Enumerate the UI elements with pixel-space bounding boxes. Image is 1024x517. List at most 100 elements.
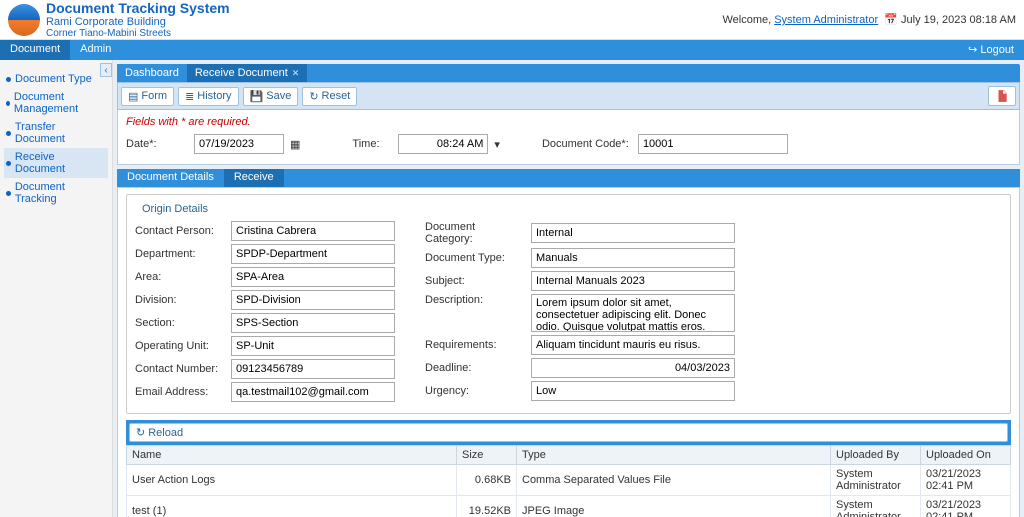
app-address: Corner Tiano-Mabini Streets — [46, 28, 230, 39]
bullet-icon — [6, 191, 11, 196]
sidebar-item-label: Document Tracking — [15, 181, 106, 205]
bullet-icon — [6, 131, 11, 136]
form-button[interactable]: ▤Form — [121, 87, 174, 106]
toolbar: ▤Form ≣History 💾Save ↻Reset — [117, 82, 1020, 110]
date-input[interactable] — [194, 134, 284, 154]
document-type-label: Document Type: — [425, 252, 525, 264]
document-code-input[interactable] — [638, 134, 788, 154]
reload-button[interactable]: ↻Reload — [129, 423, 1008, 442]
calendar-icon[interactable]: ▦ — [290, 138, 300, 151]
subtab-receive[interactable]: Receive — [224, 169, 284, 187]
cell-size: 19.52KB — [457, 496, 517, 517]
table-row[interactable]: User Action Logs0.68KBComma Separated Va… — [127, 465, 1011, 496]
division-label: Division: — [135, 294, 225, 306]
subject-input[interactable] — [531, 271, 735, 291]
cell-uploaded-by: System Administrator — [831, 496, 921, 517]
cell-name: User Action Logs — [127, 465, 457, 496]
email-label: Email Address: — [135, 386, 225, 398]
app-logo — [8, 4, 40, 36]
subject-label: Subject: — [425, 275, 525, 287]
sidebar-item-transfer-document[interactable]: Transfer Document — [4, 118, 108, 148]
requirements-label: Requirements: — [425, 339, 525, 351]
subtab-document-details[interactable]: Document Details — [117, 169, 224, 187]
operating-unit-label: Operating Unit: — [135, 340, 225, 352]
division-input[interactable] — [231, 290, 395, 310]
current-user-link[interactable]: System Administrator — [774, 14, 878, 26]
email-input[interactable] — [231, 382, 395, 402]
area-label: Area: — [135, 271, 225, 283]
button-label: Reset — [322, 90, 351, 102]
description-label: Description: — [425, 294, 525, 306]
button-label: Form — [141, 90, 167, 102]
contact-person-input[interactable] — [231, 221, 395, 241]
required-note: Fields with * are required. — [126, 116, 1011, 128]
logout-label: Logout — [980, 44, 1014, 56]
col-name[interactable]: Name — [127, 446, 457, 465]
app-title: Document Tracking System — [46, 0, 230, 16]
deadline-label: Deadline: — [425, 362, 525, 374]
close-icon[interactable]: ✕ — [292, 68, 300, 79]
save-button[interactable]: 💾Save — [243, 87, 299, 106]
subtabs: Document Details Receive — [117, 169, 1020, 187]
button-label: Save — [266, 90, 291, 102]
area-input[interactable] — [231, 267, 395, 287]
welcome-label: Welcome, — [722, 14, 771, 26]
document-type-input[interactable] — [531, 248, 735, 268]
col-type[interactable]: Type — [517, 446, 831, 465]
sidebar-item-label: Document Management — [14, 91, 106, 115]
refresh-icon: ↻ — [136, 426, 145, 439]
list-icon: ≣ — [185, 90, 194, 103]
origin-details-legend: Origin Details — [139, 203, 211, 215]
file-icon — [995, 89, 1009, 103]
bullet-icon — [6, 161, 11, 166]
operating-unit-input[interactable] — [231, 336, 395, 356]
description-textarea[interactable] — [531, 294, 735, 332]
header-right: Welcome, System Administrator 📅 July 19,… — [722, 13, 1016, 26]
section-input[interactable] — [231, 313, 395, 333]
sidebar-collapse-button[interactable]: ‹ — [100, 63, 112, 77]
tab-label: Receive Document — [195, 67, 288, 79]
col-size[interactable]: Size — [457, 446, 517, 465]
logout-icon: ↪ — [968, 44, 977, 56]
nav-admin[interactable]: Admin — [70, 40, 121, 60]
urgency-label: Urgency: — [425, 385, 525, 397]
chevron-down-icon[interactable]: ▾ — [494, 138, 500, 151]
col-uploaded-by[interactable]: Uploaded By — [831, 446, 921, 465]
history-button[interactable]: ≣History — [178, 87, 238, 106]
sidebar-item-document-management[interactable]: Document Management — [4, 88, 108, 118]
export-button[interactable] — [988, 86, 1016, 106]
sidebar-item-label: Receive Document — [15, 151, 106, 175]
calendar-icon: 📅 — [884, 14, 898, 26]
department-input[interactable] — [231, 244, 395, 264]
attachments-toolbar: ↻Reload — [126, 420, 1011, 445]
sidebar-item-receive-document[interactable]: Receive Document — [4, 148, 108, 178]
urgency-input[interactable] — [531, 381, 735, 401]
date-label: Date*: — [126, 138, 188, 150]
main-panel: Dashboard Receive Document ✕ ▤Form ≣Histo… — [113, 60, 1024, 517]
contact-number-input[interactable] — [231, 359, 395, 379]
cell-type: Comma Separated Values File — [517, 465, 831, 496]
tab-receive-document[interactable]: Receive Document ✕ — [187, 64, 307, 82]
form-icon: ▤ — [128, 90, 138, 103]
time-input[interactable] — [398, 134, 488, 154]
attachments-table: Name Size Type Uploaded By Uploaded On U… — [126, 445, 1011, 517]
logout-button[interactable]: ↪ Logout — [958, 40, 1024, 60]
tab-dashboard[interactable]: Dashboard — [117, 64, 187, 82]
table-row[interactable]: test (1)19.52KBJPEG ImageSystem Administ… — [127, 496, 1011, 517]
time-label: Time: — [352, 138, 392, 150]
deadline-input[interactable] — [531, 358, 735, 378]
col-uploaded-on[interactable]: Uploaded On — [921, 446, 1011, 465]
nav-document[interactable]: Document — [0, 40, 70, 60]
document-category-input[interactable] — [531, 223, 735, 243]
sidebar-item-document-type[interactable]: Document Type — [4, 70, 108, 88]
cell-size: 0.68KB — [457, 465, 517, 496]
form-header: Fields with * are required. Date*: ▦ Tim… — [117, 110, 1020, 165]
reset-button[interactable]: ↻Reset — [302, 87, 357, 106]
requirements-input[interactable] — [531, 335, 735, 355]
document-code-label: Document Code*: — [542, 138, 632, 150]
details-panel: Origin Details Contact Person: Departmen… — [117, 187, 1020, 517]
sidebar-item-document-tracking[interactable]: Document Tracking — [4, 178, 108, 208]
content-tabs: Dashboard Receive Document ✕ — [117, 64, 1020, 82]
bullet-icon — [6, 101, 10, 106]
contact-person-label: Contact Person: — [135, 225, 225, 237]
